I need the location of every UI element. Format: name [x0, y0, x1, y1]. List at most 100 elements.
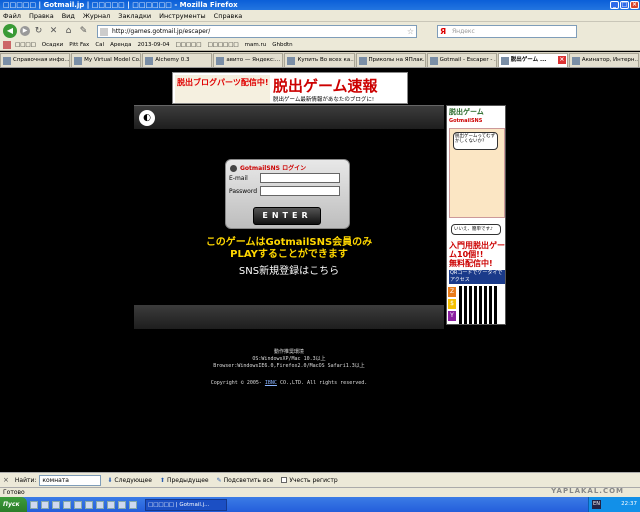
browser-tab[interactable]: Приколы на ЯПлак... — [355, 53, 426, 67]
copyright-prefix: Copyright © 2005- — [210, 380, 265, 386]
ad-speech-bubble: 脱出ゲームってむずかしくないか? — [453, 132, 498, 150]
bookmark-icon[interactable] — [3, 41, 11, 49]
highlight-all-button[interactable]: ✎ Подсветить все — [217, 477, 274, 484]
ad-room-illustration: 脱出ゲームってむずかしくないか? — [449, 128, 505, 218]
game-header-bar: ◐ — [134, 105, 444, 129]
env-title: 動作推奨環境 — [273, 349, 304, 355]
active-tab-label: 脱出ゲーム ... — [510, 57, 547, 63]
login-header: GotmailSNS ログイン — [230, 163, 306, 172]
quicklaunch-icon[interactable] — [96, 500, 104, 509]
browser-tab[interactable]: авито — Яндекс:... — [213, 53, 284, 67]
top-banner-ad[interactable]: 脱出ブログパーツ配信中! 脱出ゲーム速報 脱出ゲーム最新情報があなたのブログに! — [172, 72, 408, 104]
ad-title: 脱出ゲーム — [449, 108, 484, 116]
maximize-button[interactable]: □ — [620, 1, 629, 9]
find-label: Найти: — [14, 476, 37, 484]
menu-file[interactable]: Файл — [3, 12, 21, 20]
right-side-ad[interactable]: 脱出ゲーム GotmailSNS 脱出ゲームってむずかしくないか? いいえ、簡単… — [446, 105, 506, 325]
members-only-line1: このゲームはGotmailSNS会員のみ — [205, 237, 373, 248]
browser-tab[interactable]: Купить Во всех ка... — [284, 53, 355, 67]
find-prev-button[interactable]: ⬆ Предыдущее — [160, 477, 209, 484]
bookmark-item[interactable]: □□□□ — [15, 42, 36, 48]
bookmark-item[interactable]: Аренда — [110, 42, 131, 48]
browser-tab[interactable]: My Virtual Model Co... — [71, 53, 142, 67]
browser-tab[interactable]: Gotmail - Escaper - ... — [426, 53, 497, 67]
browser-tab-active[interactable]: 脱出ゲーム ... × — [497, 53, 568, 67]
copyright: Copyright © 2005- IBNC CO.,LTD. All righ… — [134, 380, 444, 386]
copyright-suffix: CO.,LTD. All rights reserved. — [276, 380, 368, 386]
bookmark-page-icon[interactable]: ✎ — [78, 26, 89, 37]
quicklaunch-icon[interactable] — [118, 500, 126, 509]
address-bar[interactable]: http://games.gotmail.jp/escaper/ ☆ — [97, 24, 417, 38]
taskbar: Пуск □□□□□ | Gotmail.j... EN 22:37 — [0, 497, 640, 512]
system-tray: EN 22:37 — [588, 497, 640, 512]
menu-help[interactable]: Справка — [214, 12, 243, 20]
company-link[interactable]: IBNC — [265, 380, 277, 386]
home-icon[interactable]: ⌂ — [63, 26, 74, 37]
status-bar: Готово — [0, 487, 640, 497]
email-input[interactable] — [260, 173, 340, 183]
up-arrow-icon: ⬆ — [159, 476, 165, 484]
bookmark-item[interactable]: Pitt Fax — [69, 42, 89, 48]
menu-edit[interactable]: Правка — [29, 12, 54, 20]
taskbar-firefox-item[interactable]: □□□□□ | Gotmail.j... — [145, 498, 227, 511]
ad-speech-bubble-reply: いいえ、簡単です♪ — [451, 224, 501, 235]
menu-bookmarks[interactable]: Закладки — [118, 12, 151, 20]
bookmark-item[interactable]: Ghbdtn — [272, 42, 292, 48]
menu-history[interactable]: Журнал — [83, 12, 110, 20]
highlight-label: Подсветить все — [223, 476, 274, 484]
login-header-text: GotmailSNS ログイン — [240, 165, 307, 172]
gotmail-icon — [230, 165, 237, 172]
bookmark-item[interactable]: mam.ru — [245, 42, 267, 48]
back-button[interactable]: ◀ — [3, 24, 17, 38]
bookmark-item[interactable]: □□□□□ — [175, 42, 201, 48]
enter-button[interactable]: ENTER — [253, 207, 321, 225]
language-indicator[interactable]: EN — [592, 500, 601, 509]
members-only-line2: PLAYすることができます — [230, 249, 348, 260]
search-box[interactable]: Я Яндекс — [437, 24, 577, 38]
quicklaunch-icon[interactable] — [74, 500, 82, 509]
browser-tab[interactable]: Alchemy 0.3 — [142, 53, 213, 67]
banner-main-text: 脱出ゲーム速報 — [273, 77, 378, 95]
quicklaunch-icon[interactable] — [63, 500, 71, 509]
env-browser: Browser:WindowsIE6.0,Firefox2.0/MacOS Sa… — [213, 363, 365, 369]
gotmail-logo-icon: ◐ — [139, 110, 155, 126]
menu-bar: Файл Правка Вид Журнал Закладки Инструме… — [0, 10, 640, 22]
reload-icon[interactable]: ↻ — [33, 26, 44, 37]
star-icon[interactable]: ☆ — [407, 26, 414, 37]
menu-view[interactable]: Вид — [62, 12, 75, 20]
qr-code-icon — [459, 286, 497, 324]
members-only-message: このゲームはGotmailSNS会員のみ PLAYすることができます — [134, 237, 444, 261]
bookmark-item[interactable]: □□□□□□ — [207, 42, 238, 48]
quicklaunch-icon[interactable] — [85, 500, 93, 509]
find-close-icon[interactable]: × — [3, 476, 9, 484]
quicklaunch-icon[interactable] — [107, 500, 115, 509]
start-button[interactable]: Пуск — [0, 497, 27, 512]
quicklaunch-icon[interactable] — [52, 500, 60, 509]
find-bar: × Найти: комната ⬇ Следующее ⬆ Предыдущее … — [0, 472, 640, 487]
minimize-button[interactable]: _ — [610, 1, 619, 9]
find-input[interactable]: комната — [39, 474, 102, 486]
browser-tab[interactable]: Справочная инфо... — [0, 53, 71, 67]
forward-button[interactable]: ▶ — [20, 26, 30, 36]
browser-tab[interactable]: Акинатор, Интерн... — [568, 53, 639, 67]
bookmark-item[interactable]: 2013-09-04 — [137, 42, 169, 48]
quicklaunch-icon[interactable] — [30, 500, 38, 509]
menu-tools[interactable]: Инструменты — [159, 12, 206, 20]
quicklaunch-icon[interactable] — [41, 500, 49, 509]
match-case-checkbox[interactable]: Учесть регистр — [281, 477, 338, 484]
env-os: OS:WindowsXP/Mac 10.3以上 — [252, 356, 326, 362]
ad-side-icon-3: Y — [448, 311, 456, 321]
close-tab-icon[interactable]: × — [557, 56, 566, 64]
stop-icon[interactable]: ✕ — [48, 26, 59, 37]
bookmark-item[interactable]: Осадки — [42, 42, 63, 48]
bookmark-item[interactable]: Cal — [95, 42, 104, 48]
bookmarks-toolbar: □□□□ Осадки Pitt Fax Cal Аренда 2013-09-… — [0, 40, 640, 51]
find-next-button[interactable]: ⬇ Следующее — [107, 477, 152, 484]
down-arrow-icon: ⬇ — [107, 476, 113, 484]
quicklaunch-icon[interactable] — [129, 500, 137, 509]
banner-left-text: 脱出ブログパーツ配信中! — [177, 78, 269, 87]
close-window-button[interactable]: × — [630, 1, 639, 9]
ad-subtitle: GotmailSNS — [449, 118, 483, 124]
password-input[interactable] — [260, 186, 340, 196]
register-link[interactable]: SNS新規登録はこちら — [134, 266, 444, 278]
